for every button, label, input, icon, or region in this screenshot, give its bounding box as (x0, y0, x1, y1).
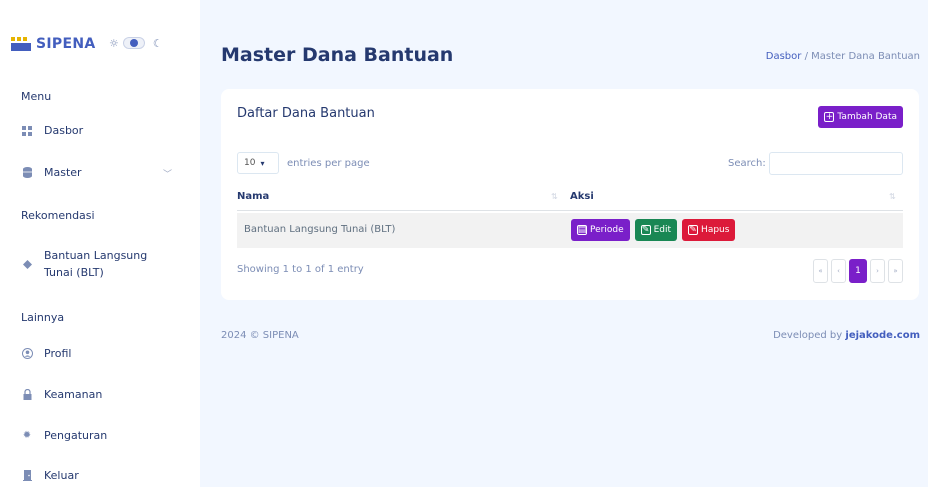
sidebar: SIPENA ☼ ☾ Menu Dasbor Master ﹀ Rekomend… (0, 0, 200, 487)
sidebar-item-label-line2: Tunai (BLT) (44, 266, 104, 279)
sidebar-item-label: Profil (44, 347, 72, 360)
calendar-icon: ▤ (577, 224, 587, 235)
add-data-button[interactable]: + Tambah Data (818, 106, 903, 128)
sidebar-item-label: Keamanan (44, 388, 103, 401)
moon-icon: ☾ (152, 36, 163, 50)
door-icon (21, 470, 33, 481)
sidebar-item-pengaturan[interactable]: ✹ Pengaturan (21, 429, 107, 442)
periode-label: Periode (590, 225, 624, 235)
brand-name: SIPENA (36, 36, 96, 52)
menu-section-title: Lainnya (21, 311, 65, 324)
footer-developer-link[interactable]: jejakode.com (845, 330, 920, 341)
theme-toggle[interactable] (122, 37, 145, 49)
sort-icon: ⇅ (889, 192, 896, 201)
brand[interactable]: SIPENA (11, 36, 95, 52)
sidebar-item-label: Dasbor (44, 124, 84, 137)
sidebar-item-keluar[interactable]: Keluar (21, 469, 79, 482)
menu-section-title: Menu (21, 90, 52, 103)
sidebar-item-profil[interactable]: Profil (21, 347, 71, 360)
card-title: Daftar Dana Bantuan (237, 106, 375, 121)
breadcrumb-separator: / (804, 51, 808, 62)
cell-nama: Bantuan Langsung Tunai (BLT) (244, 224, 396, 235)
edit-label: Edit (653, 225, 672, 235)
sidebar-item-dasbor[interactable]: Dasbor (21, 124, 83, 137)
periode-button[interactable]: ▤ Periode (571, 219, 630, 241)
diamond-icon (21, 259, 33, 269)
search-input[interactable] (769, 152, 903, 175)
row-actions: ▤ Periode ✎ Edit ✎ Hapus (571, 219, 740, 241)
pencil-square-icon: ✎ (688, 224, 699, 235)
page-prev-button[interactable]: ‹ (831, 259, 846, 283)
grid-icon (21, 125, 33, 136)
table-header-divider (237, 210, 903, 211)
delete-button[interactable]: ✎ Hapus (682, 219, 736, 241)
sun-icon: ☼ (109, 36, 119, 50)
sidebar-item-master[interactable]: Master (21, 166, 82, 179)
pagination: « ‹ 1 › » (810, 259, 903, 283)
data-card: Daftar Dana Bantuan + Tambah Data 10 ▾ e… (221, 89, 919, 300)
column-header-aksi[interactable]: Aksi (570, 191, 594, 202)
table-row: Bantuan Langsung Tunai (BLT) ▤ Periode ✎… (237, 213, 903, 248)
sidebar-item-label-line1: Bantuan Langsung (44, 249, 148, 262)
table-info: Showing 1 to 1 of 1 entry (237, 264, 364, 275)
gear-icon: ✹ (22, 430, 32, 441)
footer-developed-by: Developed by (773, 330, 843, 341)
sidebar-item-label: Pengaturan (44, 429, 108, 442)
page-title: Master Dana Bantuan (221, 44, 454, 66)
footer-copyright: 2024 © SIPENA (221, 330, 299, 341)
edit-button[interactable]: ✎ Edit (634, 219, 678, 241)
add-data-label: Tambah Data (837, 112, 897, 122)
entries-label: entries per page (287, 158, 370, 169)
search-label: Search: (728, 158, 766, 169)
lock-icon (21, 389, 33, 400)
sidebar-item-label: Master (44, 166, 82, 179)
column-header-nama[interactable]: Nama (237, 191, 269, 202)
page-next-button[interactable]: › (870, 259, 885, 283)
sidebar-item-blt[interactable]: Bantuan Langsung Tunai (BLT) (21, 247, 147, 281)
breadcrumb: Dasbor / Master Dana Bantuan (766, 51, 920, 62)
chevron-down-icon: ▾ (260, 158, 265, 168)
sidebar-item-label: Keluar (44, 469, 79, 482)
chevron-down-icon[interactable]: ﹀ (163, 167, 172, 180)
theme-switcher: ☼ ☾ (109, 37, 163, 49)
breadcrumb-current: Master Dana Bantuan (811, 51, 920, 62)
page-last-button[interactable]: » (888, 259, 903, 283)
page-current-button[interactable]: 1 (849, 259, 867, 283)
database-icon (21, 167, 33, 178)
pencil-square-icon: ✎ (640, 224, 651, 235)
delete-label: Hapus (701, 225, 730, 235)
menu-section-title: Rekomendasi (21, 209, 95, 222)
footer-credit: Developed by jejakode.com (773, 330, 920, 341)
plus-square-icon: + (824, 111, 835, 122)
breadcrumb-link-dasbor[interactable]: Dasbor (766, 51, 802, 62)
page-first-button[interactable]: « (813, 259, 828, 283)
person-circle-icon (21, 348, 33, 359)
sort-icon: ⇅ (551, 192, 558, 201)
brand-logo-icon (11, 37, 31, 51)
entries-select[interactable]: 10 ▾ (237, 152, 279, 174)
sidebar-item-keamanan[interactable]: Keamanan (21, 388, 102, 401)
entries-value: 10 (244, 158, 256, 168)
